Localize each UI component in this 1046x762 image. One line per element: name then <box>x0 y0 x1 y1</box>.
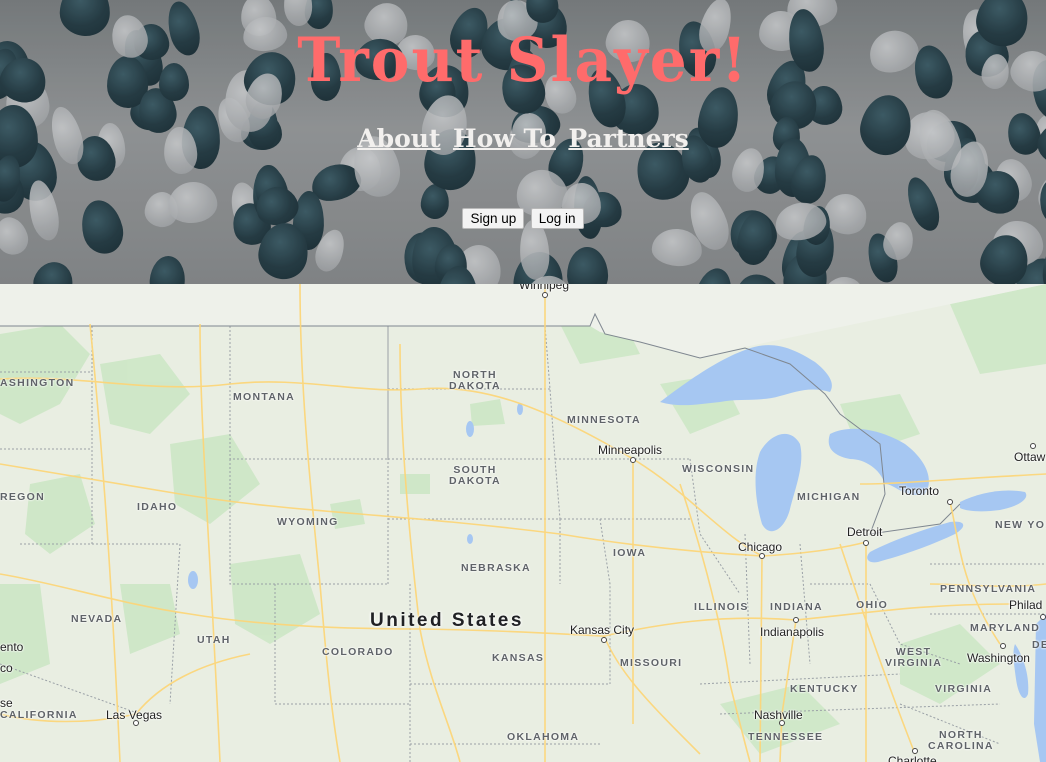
state-label-kentucky: KENTUCKY <box>790 683 859 695</box>
city-marker[interactable] <box>1030 443 1036 449</box>
city-label-chicago: Chicago <box>738 540 783 554</box>
nav-link-about[interactable]: About <box>357 124 440 153</box>
state-label-washington: ASHINGTON <box>0 377 75 389</box>
nav-link-partners[interactable]: Partners <box>568 124 688 153</box>
nav-link-how-to[interactable]: How To <box>453 124 556 153</box>
city-marker[interactable] <box>793 617 799 623</box>
city-label-san-jose: se <box>0 696 13 710</box>
state-label-indiana: INDIANA <box>770 601 823 613</box>
city-label-detroit: Detroit <box>847 525 883 539</box>
city-label-toronto: Toronto <box>899 484 940 498</box>
state-label-nebraska: NEBRASKA <box>461 562 531 574</box>
city-label-indianapolis: Indianapolis <box>760 625 825 639</box>
city-label-nashville: Nashville <box>754 708 803 722</box>
city-marker[interactable] <box>601 637 607 643</box>
state-label-ohio: OHIO <box>856 599 889 611</box>
state-label-maryland: MARYLAND <box>970 622 1041 634</box>
state-label-pennsylvania: PENNSYLVANIA <box>940 583 1037 595</box>
state-label-virginia: VIRGINIA <box>935 683 993 695</box>
city-label-minneapolis: Minneapolis <box>598 443 663 457</box>
state-label-west-virginia: WEST VIRGINIA <box>885 646 943 669</box>
state-label-south-dakota: SOUTH DAKOTA <box>449 464 501 487</box>
state-label-new-york: NEW YOR <box>995 519 1046 531</box>
state-label-nevada: NEVADA <box>71 613 123 625</box>
city-label-winnipeg: Winnipeg <box>519 284 570 292</box>
city-label-charlotte: Charlotte <box>888 754 937 762</box>
state-label-utah: UTAH <box>197 634 231 646</box>
state-label-delaware: DE <box>1032 639 1046 651</box>
state-label-wyoming: WYOMING <box>277 516 339 528</box>
city-marker[interactable] <box>947 499 953 505</box>
city-label-ottawa: Ottaw <box>1014 450 1046 464</box>
city-label-sacramento: ento <box>0 640 24 654</box>
state-label-illinois: ILLINOIS <box>694 601 749 613</box>
site-title: Trout Slayer! <box>297 24 749 96</box>
city-label-philadelphia: Philad <box>1009 598 1043 612</box>
state-label-montana: MONTANA <box>233 391 295 403</box>
map-view[interactable]: ASHINGTON REGON CALIFORNIA MONTANA IDAHO… <box>0 284 1046 762</box>
country-label: United States <box>370 610 524 631</box>
city-marker[interactable] <box>863 540 869 546</box>
main-nav: About How To Partners <box>0 124 1046 153</box>
state-label-missouri: MISSOURI <box>620 657 683 669</box>
state-label-iowa: IOWA <box>613 547 647 559</box>
city-marker[interactable] <box>1040 614 1046 620</box>
state-label-colorado: COLORADO <box>322 646 394 658</box>
city-marker[interactable] <box>542 292 548 298</box>
state-label-oregon: REGON <box>0 491 46 503</box>
sign-up-button[interactable]: Sign up <box>462 208 525 229</box>
state-label-california: CALIFORNIA <box>0 709 78 721</box>
city-marker[interactable] <box>630 457 636 463</box>
map-base <box>0 284 1046 762</box>
state-label-tennessee: TENNESSEE <box>748 731 824 743</box>
city-label-las-vegas: Las Vegas <box>106 708 163 722</box>
state-label-michigan: MICHIGAN <box>797 491 861 503</box>
log-in-button[interactable]: Log in <box>530 208 584 229</box>
auth-buttons: Sign up Log in <box>0 208 1046 229</box>
state-label-minnesota: MINNESOTA <box>567 414 641 426</box>
state-label-north-dakota: NORTH DAKOTA <box>449 369 501 392</box>
city-marker[interactable] <box>1000 643 1006 649</box>
state-label-idaho: IDAHO <box>137 501 178 513</box>
state-label-kansas: KANSAS <box>492 652 545 664</box>
hero-banner: Trout Slayer! About How To Partners Sign… <box>0 0 1046 284</box>
city-label-kansas-city: Kansas City <box>570 623 635 637</box>
city-label-san-francisco: co <box>0 661 13 675</box>
city-label-washington-dc: Washington <box>967 651 1030 665</box>
state-label-wisconsin: WISCONSIN <box>682 463 755 475</box>
state-label-north-carolina: NORTH CAROLINA <box>928 729 994 752</box>
state-label-oklahoma: OKLAHOMA <box>507 731 580 743</box>
